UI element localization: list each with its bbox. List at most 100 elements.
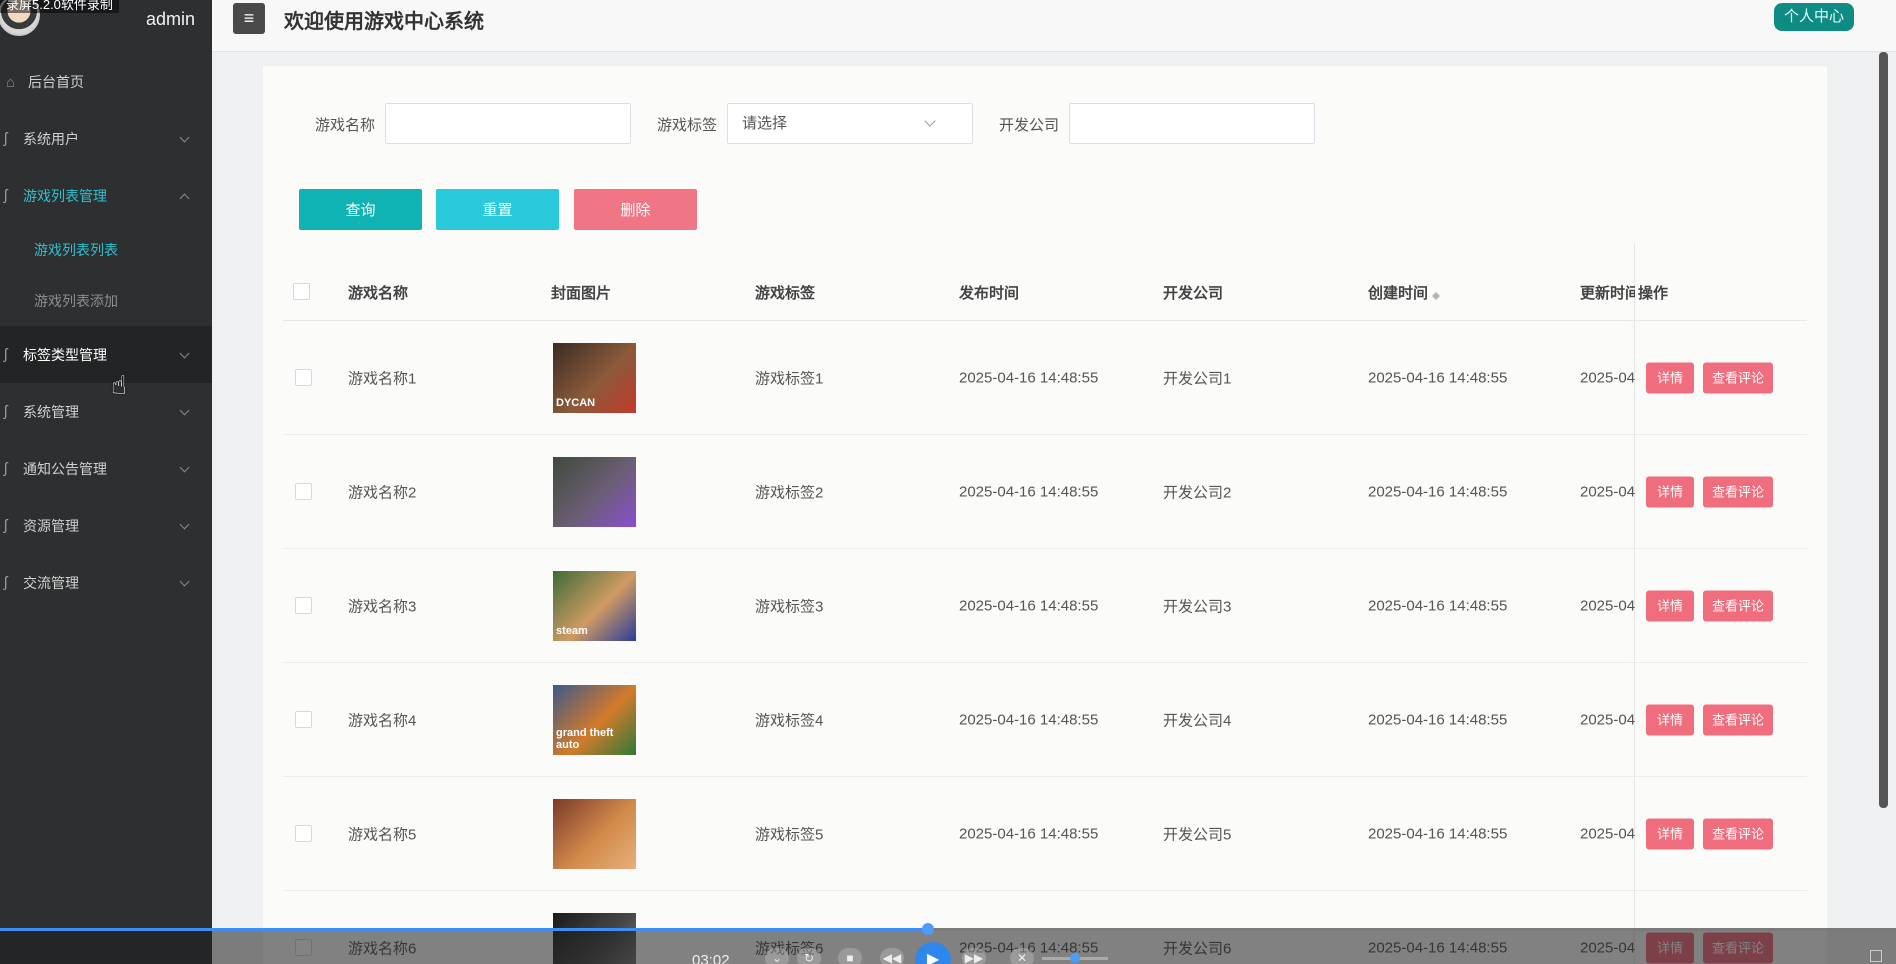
- menu-icon: ʃ: [4, 574, 8, 591]
- view-comments-button[interactable]: 查看评论: [1703, 704, 1773, 735]
- sidebar-item-system-users[interactable]: ʃ 系统用户: [0, 110, 212, 167]
- page-title: 欢迎使用游戏中心系统: [284, 11, 484, 33]
- cover-image[interactable]: [553, 798, 636, 869]
- sidebar-item-notice-management[interactable]: ʃ 通知公告管理: [0, 440, 212, 497]
- chevron-down-icon: [179, 576, 190, 587]
- select-all-checkbox[interactable]: [293, 283, 310, 300]
- cell-game-name: 游戏名称3: [348, 598, 417, 615]
- sidebar-item-label: 游戏列表管理: [23, 187, 107, 204]
- sidebar-subitem-label: 游戏列表列表: [34, 241, 118, 258]
- sidebar-item-tag-type-management[interactable]: ʃ 标签类型管理: [0, 326, 212, 383]
- cell-game-tag: 游戏标签5: [755, 826, 824, 843]
- sidebar-item-system-management[interactable]: ʃ 系统管理: [0, 383, 212, 440]
- sidebar-item-home[interactable]: ⌂ 后台首页: [0, 54, 212, 110]
- chevron-down-icon: [179, 348, 190, 359]
- view-comments-button[interactable]: 查看评论: [1703, 362, 1773, 393]
- chevron-down-icon: [179, 462, 190, 473]
- sidebar-subitem-game-add[interactable]: 游戏列表添加: [0, 275, 212, 326]
- cell-updated-time: 2025-04-16 14:48:55: [1580, 369, 1635, 386]
- company-input[interactable]: [1069, 103, 1315, 144]
- cover-image[interactable]: steam: [553, 570, 636, 641]
- view-comments-button[interactable]: 查看评论: [1703, 476, 1773, 507]
- refresh-icon[interactable]: ↻: [797, 948, 821, 964]
- cell-game-name: 游戏名称2: [348, 484, 417, 501]
- delete-button[interactable]: 删除: [574, 189, 697, 230]
- detail-button[interactable]: 详情: [1646, 476, 1694, 507]
- cell-updated-clip: 2025-04-16 14:48:55: [1580, 321, 1635, 434]
- sidebar-item-label: 通知公告管理: [23, 460, 107, 477]
- sidebar-menu: ⌂ 后台首页 ʃ 系统用户 ʃ 游戏列表管理 游戏列表列表 游戏列表添加 ʃ 标…: [0, 54, 212, 611]
- cell-game-tag: 游戏标签1: [755, 370, 824, 387]
- cell-game-tag: 游戏标签3: [755, 598, 824, 615]
- view-comments-button[interactable]: 查看评论: [1703, 818, 1773, 849]
- rewind-icon[interactable]: ◀◀: [880, 948, 904, 964]
- cell-company: 开发公司3: [1163, 598, 1232, 615]
- fast-forward-icon[interactable]: ▶▶: [962, 948, 986, 964]
- cell-created-time: 2025-04-16 14:48:55: [1368, 825, 1508, 842]
- cell-updated-clip: 2025-04-16 14:48:55: [1580, 549, 1635, 662]
- table-row: 游戏名称1 DYCAN 游戏标签1 2025-04-16 14:48:55 开发…: [283, 321, 1807, 435]
- menu-icon: ʃ: [4, 460, 8, 477]
- chevron-down-icon[interactable]: ⌄: [765, 948, 789, 964]
- row-checkbox[interactable]: [295, 483, 312, 500]
- cover-image[interactable]: [553, 456, 636, 527]
- reset-button[interactable]: 重置: [436, 189, 559, 230]
- detail-button[interactable]: 详情: [1646, 362, 1694, 393]
- user-center-button[interactable]: 个人中心: [1773, 3, 1854, 31]
- row-checkbox[interactable]: [295, 711, 312, 728]
- chevron-down-icon: [924, 115, 936, 127]
- cell-company: 开发公司2: [1163, 484, 1232, 501]
- volume-knob[interactable]: [1070, 953, 1080, 963]
- cell-game-name: 游戏名称4: [348, 712, 417, 729]
- sidebar-subitem-game-list[interactable]: 游戏列表列表: [0, 224, 212, 275]
- cell-updated-time: 2025-04-16 14:48:55: [1580, 711, 1635, 728]
- detail-button[interactable]: 详情: [1646, 590, 1694, 621]
- cell-publish-time: 2025-04-16 14:48:55: [959, 711, 1099, 728]
- game-tag-select-value: 请选择: [742, 115, 788, 132]
- view-comments-button[interactable]: 查看评论: [1703, 590, 1773, 621]
- chevron-down-icon: [179, 132, 190, 143]
- menu-icon: ʃ: [4, 403, 8, 420]
- column-header-created-time[interactable]: 创建时间: [1368, 282, 1441, 303]
- fullscreen-icon[interactable]: [1870, 950, 1882, 962]
- cover-image[interactable]: grand theft auto: [553, 684, 636, 755]
- video-progress-bar[interactable]: [0, 923, 1896, 935]
- home-icon: ⌂: [6, 73, 16, 91]
- detail-button[interactable]: 详情: [1646, 704, 1694, 735]
- table-row: 游戏名称5 游戏标签5 2025-04-16 14:48:55 开发公司5 20…: [283, 777, 1807, 891]
- row-checkbox[interactable]: [295, 597, 312, 614]
- query-button[interactable]: 查询: [299, 189, 422, 230]
- cover-image-text: grand theft auto: [556, 726, 614, 751]
- menu-toggle-icon[interactable]: ≡: [233, 3, 265, 34]
- game-tag-select[interactable]: 请选择: [727, 103, 973, 144]
- chevron-up-icon: [179, 193, 190, 204]
- cover-image[interactable]: DYCAN: [553, 342, 636, 413]
- table-row: 游戏名称4 grand theft auto 游戏标签4 2025-04-16 …: [283, 663, 1807, 777]
- cell-updated-time: 2025-04-16 14:48:55: [1580, 597, 1635, 614]
- column-header-name: 游戏名称: [348, 285, 409, 302]
- detail-button[interactable]: 详情: [1646, 818, 1694, 849]
- page-scrollbar[interactable]: [1879, 52, 1888, 808]
- sort-icon[interactable]: [1432, 288, 1441, 301]
- row-checkbox[interactable]: [295, 825, 312, 842]
- row-checkbox[interactable]: [295, 369, 312, 386]
- stop-icon[interactable]: ■: [838, 948, 862, 964]
- video-progress-knob[interactable]: [922, 923, 934, 935]
- cell-updated-time: 2025-04-16 14:48:55: [1580, 483, 1635, 500]
- sidebar-item-resource-management[interactable]: ʃ 资源管理: [0, 497, 212, 554]
- username: admin: [145, 9, 195, 29]
- cell-updated-time: 2025-04-16 14:48:55: [1580, 825, 1635, 842]
- cell-game-tag: 游戏标签2: [755, 484, 824, 501]
- cell-publish-time: 2025-04-16 14:48:55: [959, 825, 1099, 842]
- sidebar-item-exchange-management[interactable]: ʃ 交流管理: [0, 554, 212, 611]
- chevron-down-icon: [179, 405, 190, 416]
- sidebar-item-label: 系统用户: [23, 130, 79, 147]
- column-header-cover: 封面图片: [551, 285, 612, 302]
- mute-icon[interactable]: ✕: [1010, 948, 1034, 964]
- cell-company: 开发公司5: [1163, 826, 1232, 843]
- menu-icon: ʃ: [4, 517, 8, 534]
- game-name-input[interactable]: [385, 103, 631, 144]
- sidebar-item-game-list-management[interactable]: ʃ 游戏列表管理: [0, 167, 212, 224]
- sidebar-subitem-label: 游戏列表添加: [34, 292, 118, 309]
- volume-slider[interactable]: [1042, 953, 1108, 963]
